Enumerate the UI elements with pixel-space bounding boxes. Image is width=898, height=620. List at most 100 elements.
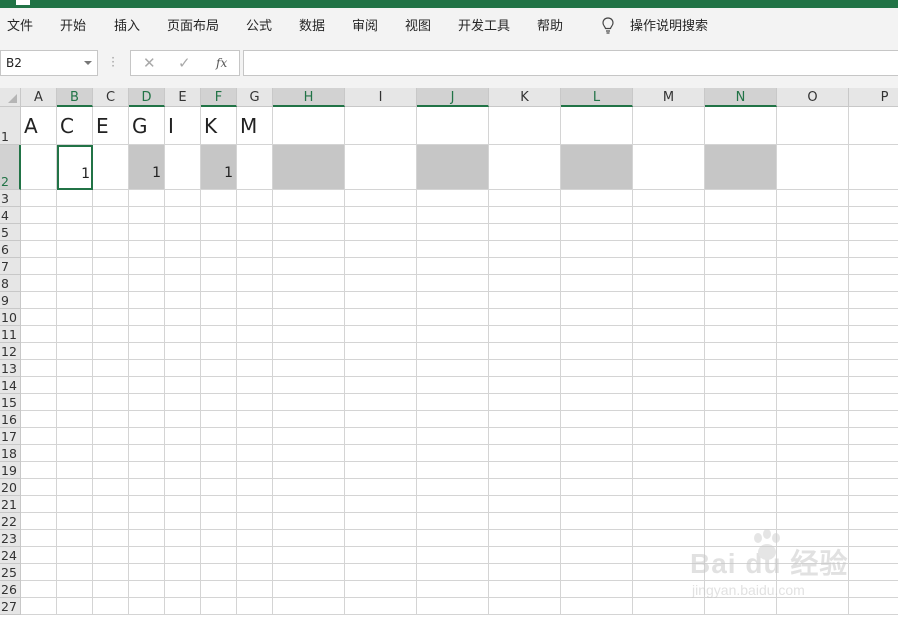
cell-b2[interactable]: 1 [57,145,93,190]
row-header-15[interactable]: 15 [0,394,21,411]
cell-e15[interactable] [165,394,201,411]
cell-o8[interactable] [777,275,849,292]
cell-d25[interactable] [129,564,165,581]
column-header-n[interactable]: N [705,88,777,107]
cell-m19[interactable] [633,462,705,479]
tab-page-layout[interactable]: 页面布局 [167,15,219,34]
cell-b27[interactable] [57,598,93,615]
cell-f5[interactable] [201,224,237,241]
tab-home[interactable]: 开始 [60,15,86,34]
cell-c1[interactable]: E [93,107,129,145]
cell-i22[interactable] [345,513,417,530]
cell-h2[interactable] [273,145,345,190]
cell-i3[interactable] [345,190,417,207]
cell-g4[interactable] [237,207,273,224]
cell-f23[interactable] [201,530,237,547]
cell-i25[interactable] [345,564,417,581]
cell-d20[interactable] [129,479,165,496]
cell-l16[interactable] [561,411,633,428]
cell-p20[interactable] [849,479,898,496]
cell-a18[interactable] [21,445,57,462]
cell-o15[interactable] [777,394,849,411]
cell-h11[interactable] [273,326,345,343]
cell-e1[interactable]: I [165,107,201,145]
cell-g17[interactable] [237,428,273,445]
cell-a13[interactable] [21,360,57,377]
formula-input[interactable] [243,50,898,76]
cell-j12[interactable] [417,343,489,360]
cell-f8[interactable] [201,275,237,292]
cell-m16[interactable] [633,411,705,428]
cell-a17[interactable] [21,428,57,445]
cell-f24[interactable] [201,547,237,564]
row-header-4[interactable]: 4 [0,207,21,224]
cell-a5[interactable] [21,224,57,241]
cell-p16[interactable] [849,411,898,428]
cell-i19[interactable] [345,462,417,479]
column-header-l[interactable]: L [561,88,633,107]
cell-n14[interactable] [705,377,777,394]
cell-a14[interactable] [21,377,57,394]
cell-f19[interactable] [201,462,237,479]
column-header-o[interactable]: O [777,88,849,107]
cell-m5[interactable] [633,224,705,241]
column-header-d[interactable]: D [129,88,165,107]
cell-o7[interactable] [777,258,849,275]
cell-j3[interactable] [417,190,489,207]
row-header-22[interactable]: 22 [0,513,21,530]
cell-c18[interactable] [93,445,129,462]
cell-a3[interactable] [21,190,57,207]
cell-f26[interactable] [201,581,237,598]
cell-i23[interactable] [345,530,417,547]
cell-p1[interactable] [849,107,898,145]
chevron-down-icon[interactable] [84,61,92,65]
cell-i17[interactable] [345,428,417,445]
cell-j10[interactable] [417,309,489,326]
row-header-24[interactable]: 24 [0,547,21,564]
cell-c2[interactable] [93,145,129,190]
cell-k5[interactable] [489,224,561,241]
cell-e24[interactable] [165,547,201,564]
cell-g5[interactable] [237,224,273,241]
cell-i2[interactable] [345,145,417,190]
cell-m7[interactable] [633,258,705,275]
cell-g7[interactable] [237,258,273,275]
cell-e23[interactable] [165,530,201,547]
cell-e11[interactable] [165,326,201,343]
row-header-18[interactable]: 18 [0,445,21,462]
cell-o21[interactable] [777,496,849,513]
cell-n4[interactable] [705,207,777,224]
cell-e21[interactable] [165,496,201,513]
cell-d23[interactable] [129,530,165,547]
insert-function-icon[interactable]: fx [216,56,227,70]
cell-j24[interactable] [417,547,489,564]
cell-a16[interactable] [21,411,57,428]
cell-a8[interactable] [21,275,57,292]
cell-j16[interactable] [417,411,489,428]
cell-e20[interactable] [165,479,201,496]
cell-k9[interactable] [489,292,561,309]
cell-g16[interactable] [237,411,273,428]
cell-d27[interactable] [129,598,165,615]
cell-n18[interactable] [705,445,777,462]
cell-m9[interactable] [633,292,705,309]
cell-f7[interactable] [201,258,237,275]
cell-k4[interactable] [489,207,561,224]
cell-c27[interactable] [93,598,129,615]
cell-d16[interactable] [129,411,165,428]
cell-o6[interactable] [777,241,849,258]
cell-a15[interactable] [21,394,57,411]
cell-k26[interactable] [489,581,561,598]
row-header-11[interactable]: 11 [0,326,21,343]
cell-l18[interactable] [561,445,633,462]
cell-k1[interactable] [489,107,561,145]
cell-a11[interactable] [21,326,57,343]
cell-l10[interactable] [561,309,633,326]
cell-c25[interactable] [93,564,129,581]
cell-a1[interactable]: A [21,107,57,145]
cell-d24[interactable] [129,547,165,564]
cell-j15[interactable] [417,394,489,411]
cell-k18[interactable] [489,445,561,462]
cell-b5[interactable] [57,224,93,241]
cell-h17[interactable] [273,428,345,445]
